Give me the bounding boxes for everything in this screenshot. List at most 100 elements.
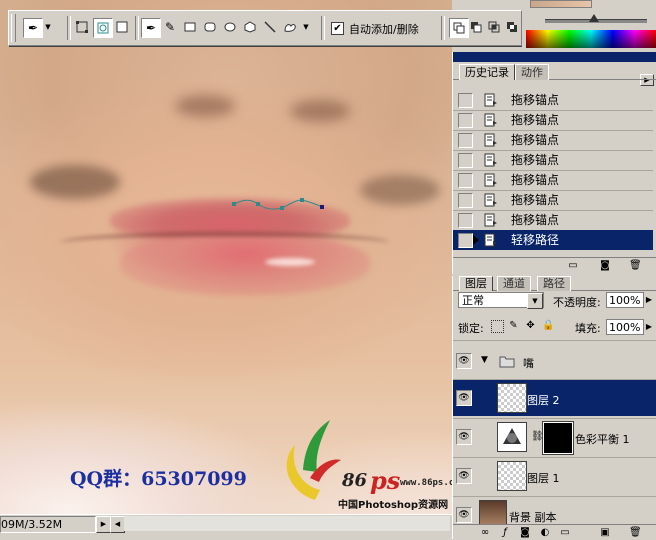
new-document-from-state-icon[interactable]: ▭ xyxy=(567,260,579,271)
exclude-overlap-icon[interactable] xyxy=(503,18,521,36)
history-snapshot-box[interactable] xyxy=(458,173,473,188)
history-item[interactable]: 拖移锚点 xyxy=(453,150,653,170)
scroll-left-icon[interactable]: ◀ xyxy=(110,516,125,533)
delete-state-icon[interactable]: 🗑 xyxy=(629,260,642,271)
anchor-point[interactable] xyxy=(320,205,324,209)
history-item[interactable]: 拖移锚点 xyxy=(453,110,653,130)
color-slider-thumb[interactable] xyxy=(589,14,599,22)
history-item[interactable]: 拖移锚点 xyxy=(453,210,653,230)
tab-channels[interactable]: 通道 xyxy=(497,276,531,291)
auto-add-delete-checkbox[interactable]: ✔ xyxy=(331,22,344,35)
custom-shape-icon[interactable] xyxy=(281,18,299,36)
group-expand-icon[interactable]: ▼ xyxy=(481,355,488,365)
new-group-icon[interactable]: ▭ xyxy=(559,527,571,538)
visibility-eye-icon[interactable]: 👁 xyxy=(456,390,472,406)
link-layers-icon[interactable]: ∞ xyxy=(479,527,491,538)
anchor-point[interactable] xyxy=(300,198,304,202)
visibility-eye-icon[interactable]: 👁 xyxy=(456,429,472,445)
delete-layer-icon[interactable]: 🗑 xyxy=(629,527,642,538)
history-snapshot-box[interactable] xyxy=(458,153,473,168)
blend-mode-value: 正常 xyxy=(462,294,484,307)
opacity-input[interactable]: 100% xyxy=(606,292,644,308)
lock-image-icon[interactable]: ✎ xyxy=(508,320,519,331)
intersect-shape-area-icon[interactable] xyxy=(485,18,503,36)
lock-position-icon[interactable]: ✥ xyxy=(525,320,536,331)
layer-group-row[interactable]: 👁 ▼ 嘴 xyxy=(453,348,656,376)
pen-tool-icon[interactable]: ✒ xyxy=(141,18,161,38)
lock-transparency-icon[interactable] xyxy=(491,320,504,333)
tab-paths[interactable]: 路径 xyxy=(537,276,571,291)
visibility-eye-icon[interactable]: 👁 xyxy=(456,353,472,369)
layers-panel: 图层 通道 路径 正常 ▼ 不透明度: 100% ▶ 锁定: ✎ ✥ 🔒 填充:… xyxy=(452,276,656,539)
document-size-info[interactable]: 09M/3.52M xyxy=(0,516,96,533)
horizontal-scrollbar[interactable] xyxy=(124,516,450,531)
history-snapshot-box[interactable] xyxy=(458,133,473,148)
add-layer-style-icon[interactable]: ƒ xyxy=(499,527,511,538)
fill-pixels-icon[interactable] xyxy=(113,18,131,36)
add-to-shape-area-icon[interactable] xyxy=(449,18,469,38)
visibility-eye-icon[interactable]: 👁 xyxy=(456,507,472,523)
fill-arrow-icon[interactable]: ▶ xyxy=(644,319,654,335)
history-snapshot-box[interactable] xyxy=(458,213,473,228)
line-icon[interactable] xyxy=(261,18,279,36)
layers-tabs: 图层 通道 路径 xyxy=(453,276,656,291)
logo-url-text: www.86ps.com xyxy=(400,478,452,488)
tab-history[interactable]: 历史记录 xyxy=(459,64,515,80)
status-menu-arrow-icon[interactable]: ▶ xyxy=(96,516,111,533)
anchor-point[interactable] xyxy=(232,202,236,206)
rounded-rectangle-icon[interactable] xyxy=(201,18,219,36)
history-item-label: 拖移锚点 xyxy=(511,193,560,207)
rectangle-icon[interactable] xyxy=(181,18,199,36)
layer-name: 色彩平衡 1 xyxy=(575,433,630,446)
pen-icon[interactable]: ✒ xyxy=(23,18,43,38)
layer-row-selected[interactable]: 👁 图层 2 xyxy=(453,380,656,416)
anchor-point[interactable] xyxy=(256,202,260,206)
add-layer-mask-icon[interactable]: ◙ xyxy=(519,527,531,538)
toolbar-grip[interactable] xyxy=(11,14,16,42)
work-path[interactable] xyxy=(0,0,452,514)
opacity-label: 不透明度: xyxy=(553,296,601,309)
separator xyxy=(67,16,71,40)
history-item[interactable]: 拖移锚点 xyxy=(453,170,653,190)
history-item-selected[interactable]: 轻移路径 xyxy=(453,230,653,250)
paths-icon[interactable] xyxy=(93,18,113,38)
history-item-label: 拖移锚点 xyxy=(511,153,560,167)
chain-link-icon[interactable]: ⛓ xyxy=(531,431,544,442)
anchor-point[interactable] xyxy=(280,206,284,210)
shape-dropdown-icon[interactable]: ▼ xyxy=(301,18,311,36)
history-snapshot-box[interactable] xyxy=(458,193,473,208)
visibility-eye-icon[interactable]: 👁 xyxy=(456,468,472,484)
color-spectrum-bar[interactable] xyxy=(526,30,656,48)
tab-layers[interactable]: 图层 xyxy=(459,276,493,291)
ellipse-icon[interactable] xyxy=(221,18,239,36)
new-snapshot-icon[interactable]: ◙ xyxy=(599,260,611,271)
lock-all-icon[interactable]: 🔒 xyxy=(542,320,554,331)
layer-row[interactable]: 👁 图层 1 xyxy=(453,458,656,494)
history-footer: ▭ ◙ 🗑 xyxy=(453,257,656,274)
blend-mode-select[interactable]: 正常 ▼ xyxy=(458,292,544,309)
polygon-icon[interactable] xyxy=(241,18,259,36)
layer-thumbnail xyxy=(479,500,507,525)
fill-input[interactable]: 100% xyxy=(606,319,644,335)
new-layer-icon[interactable]: ▣ xyxy=(599,527,611,538)
history-item[interactable]: 拖移锚点 xyxy=(453,90,653,110)
tab-actions[interactable]: 动作 xyxy=(515,64,549,80)
history-item[interactable]: 拖移锚点 xyxy=(453,130,653,150)
new-adjustment-layer-icon[interactable]: ◐ xyxy=(539,527,551,538)
tool-preset-dropdown[interactable]: ▼ xyxy=(43,18,53,36)
freeform-pen-icon[interactable]: ✎ xyxy=(161,18,179,36)
history-snapshot-box[interactable] xyxy=(458,233,473,248)
shape-layers-icon[interactable] xyxy=(73,18,91,36)
document-canvas[interactable]: QQ群：65307099 86 ps www.86ps.com 中国Photos… xyxy=(0,0,452,514)
separator xyxy=(135,16,139,40)
history-snapshot-box[interactable] xyxy=(458,113,473,128)
chevron-down-icon[interactable]: ▼ xyxy=(527,293,543,309)
adjustment-layer-row[interactable]: 👁 ⛓ 色彩平衡 1 xyxy=(453,419,656,455)
history-snapshot-box[interactable] xyxy=(458,93,473,108)
subtract-shape-area-icon[interactable] xyxy=(467,18,485,36)
history-panel-titlebar[interactable] xyxy=(453,52,656,62)
layer-row[interactable]: 👁 背景 副本 xyxy=(453,497,656,525)
history-item[interactable]: 拖移锚点 xyxy=(453,190,653,210)
layer-mask-thumbnail[interactable] xyxy=(542,421,574,455)
opacity-arrow-icon[interactable]: ▶ xyxy=(644,292,654,308)
